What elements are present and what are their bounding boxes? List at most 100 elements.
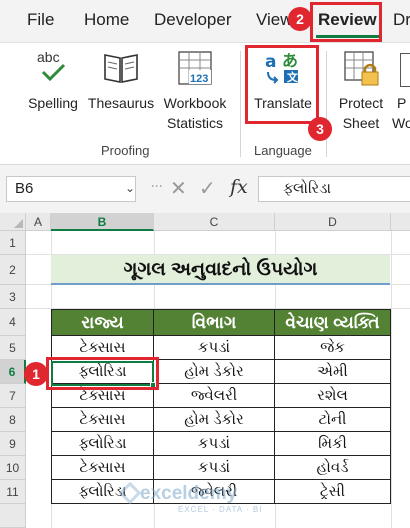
spelling-button[interactable]: abc Spelling xyxy=(22,47,84,117)
ribbon-panel: abc Spelling Thesaurus 123 Workbook Stat… xyxy=(0,43,410,165)
annotation-badge-3: 3 xyxy=(308,117,332,141)
translate-button[interactable]: a あ 文 Translate xyxy=(248,47,318,117)
table-cell[interactable]: ટેક્સાસ xyxy=(51,407,154,432)
thesaurus-label: Thesaurus xyxy=(87,95,155,111)
table-cell[interactable]: એમી xyxy=(274,359,391,384)
language-group-label: Language xyxy=(254,143,312,158)
header-salesperson[interactable]: વેચાણ વ્યક્તિ xyxy=(274,309,391,336)
ribbon-tab-bar: File Home Developer View Review Dra xyxy=(0,0,410,42)
title-cell[interactable]: ગૂગલ અનુવાદનો ઉપયોગ xyxy=(51,255,390,285)
row-header-2[interactable]: 2 xyxy=(0,255,26,285)
row-header-6[interactable]: 6 xyxy=(0,360,26,384)
fill-handle[interactable] xyxy=(150,382,156,388)
table-cell[interactable]: મિકી xyxy=(274,431,391,456)
row-header-12[interactable] xyxy=(0,504,26,528)
protect-workbook-label-1: P xyxy=(397,95,407,111)
protect-label: Protect xyxy=(338,95,384,111)
book-icon xyxy=(103,51,139,85)
table-cell[interactable]: ટેક્સાસ xyxy=(51,383,154,408)
chevron-down-icon[interactable]: ⌄ xyxy=(125,181,135,195)
header-state[interactable]: રાજ્ય xyxy=(51,309,154,336)
column-header-d[interactable]: D xyxy=(275,213,391,231)
row-header-11[interactable]: 11 xyxy=(0,480,26,504)
tab-home[interactable]: Home xyxy=(84,10,129,30)
annotation-badge-2: 2 xyxy=(288,7,312,31)
row-header-1[interactable]: 1 xyxy=(0,231,26,255)
header-department[interactable]: વિભાગ xyxy=(153,309,275,336)
name-box-value: B6 xyxy=(15,180,34,197)
annotation-badge-1: 1 xyxy=(24,362,48,386)
tab-review[interactable]: Review xyxy=(318,10,377,30)
drag-handle-icon[interactable]: ⋮ xyxy=(150,180,164,191)
group-separator xyxy=(240,51,241,157)
checkmark-icon[interactable]: ✓ xyxy=(199,176,216,201)
protect-workbook-label-2: Wo xyxy=(392,115,410,131)
formula-input[interactable]: ફ્લોરિડા xyxy=(258,176,410,202)
table-row: ટેક્સાસ હોમ ડેકોર ટોની xyxy=(51,407,391,432)
insert-function-icon[interactable]: fx xyxy=(230,176,248,198)
sheet-label: Sheet xyxy=(342,115,380,131)
table-cell[interactable]: કપડાં xyxy=(153,431,275,456)
table-cell[interactable]: કપડાં xyxy=(153,455,275,480)
statistics-label: Statistics xyxy=(166,115,223,131)
active-tab-indicator xyxy=(316,35,379,38)
row-header-7[interactable]: 7 xyxy=(0,384,26,408)
column-header-a[interactable]: A xyxy=(26,213,51,231)
tab-draw[interactable]: Dra xyxy=(393,10,410,30)
row-header-5[interactable]: 5 xyxy=(0,336,26,360)
table-cell[interactable]: જેક xyxy=(274,335,391,360)
column-header-e[interactable] xyxy=(391,213,410,231)
table-cell[interactable]: હોમ ડેકોર xyxy=(153,359,275,384)
table-cell[interactable]: હોવર્ડ xyxy=(274,455,391,480)
table-cell[interactable]: ટોની xyxy=(274,407,391,432)
abc-glyph: abc xyxy=(37,49,60,65)
statistics-number-glyph: 123 xyxy=(190,73,208,85)
translate-icon: a あ 文 xyxy=(264,50,302,86)
protect-workbook-icon xyxy=(400,53,410,87)
column-header-b[interactable]: B xyxy=(51,213,154,231)
row-header-4[interactable]: 4 xyxy=(0,309,26,336)
table-cell[interactable]: રશેલ xyxy=(274,383,391,408)
row-header-8[interactable]: 8 xyxy=(0,408,26,432)
table-row: ટેક્સાસ કપડાં જેક xyxy=(51,335,391,360)
watermark-tagline: EXCEL · DATA · BI xyxy=(178,505,263,514)
data-table: રાજ્ય વિભાગ વેચાણ વ્યક્તિ ટેક્સાસ કપડાં … xyxy=(51,309,391,504)
workbook-statistics-icon: 123 xyxy=(177,50,213,86)
protect-sheet-icon xyxy=(343,50,381,88)
spelling-label: Spelling xyxy=(28,95,78,111)
select-all-triangle-icon xyxy=(14,219,23,228)
workbook-statistics-button[interactable]: 123 Workbook Statistics xyxy=(158,47,232,137)
select-all-button[interactable] xyxy=(0,213,26,231)
tab-developer[interactable]: Developer xyxy=(154,10,232,30)
row-header-10[interactable]: 10 xyxy=(0,456,26,480)
table-cell[interactable]: ટેક્સાસ xyxy=(51,335,154,360)
svg-text:文: 文 xyxy=(287,70,299,84)
table-cell[interactable]: ટ્રેસી xyxy=(274,479,391,504)
table-header-row: રાજ્ય વિભાગ વેચાણ વ્યક્તિ xyxy=(51,309,391,336)
tab-file[interactable]: File xyxy=(27,10,54,30)
table-row: ફ્લોરિડા હોમ ડેકોર એમી xyxy=(51,359,391,384)
proofing-group-label: Proofing xyxy=(101,143,150,158)
table-cell[interactable]: જ્વેલરી xyxy=(153,383,275,408)
table-cell[interactable]: ટેક્સાસ xyxy=(51,455,154,480)
row-header-3[interactable]: 3 xyxy=(0,285,26,309)
translate-label: Translate xyxy=(254,95,312,111)
svg-text:あ: あ xyxy=(282,51,298,70)
cancel-icon[interactable]: ✕ xyxy=(170,176,187,201)
table-row: ટેક્સાસ કપડાં હોવર્ડ xyxy=(51,455,391,480)
workbook-label: Workbook xyxy=(163,95,227,111)
svg-text:a: a xyxy=(265,52,276,72)
spelling-icon: abc xyxy=(36,49,70,83)
column-header-c[interactable]: C xyxy=(154,213,275,231)
name-box[interactable]: B6 ⌄ xyxy=(6,176,136,202)
protect-sheet-button[interactable]: Protect Sheet xyxy=(332,47,390,137)
row-header-9[interactable]: 9 xyxy=(0,432,26,456)
table-cell-active[interactable]: ફ્લોરિડા xyxy=(51,359,154,384)
table-cell[interactable]: ફ્લોરિડા xyxy=(51,431,154,456)
group-separator xyxy=(326,51,327,157)
protect-workbook-button[interactable]: P Wo xyxy=(392,47,410,137)
table-cell[interactable]: હોમ ડેકોર xyxy=(153,407,275,432)
table-row: ટેક્સાસ જ્વેલરી રશેલ xyxy=(51,383,391,408)
table-cell[interactable]: કપડાં xyxy=(153,335,275,360)
thesaurus-button[interactable]: Thesaurus xyxy=(86,47,156,117)
